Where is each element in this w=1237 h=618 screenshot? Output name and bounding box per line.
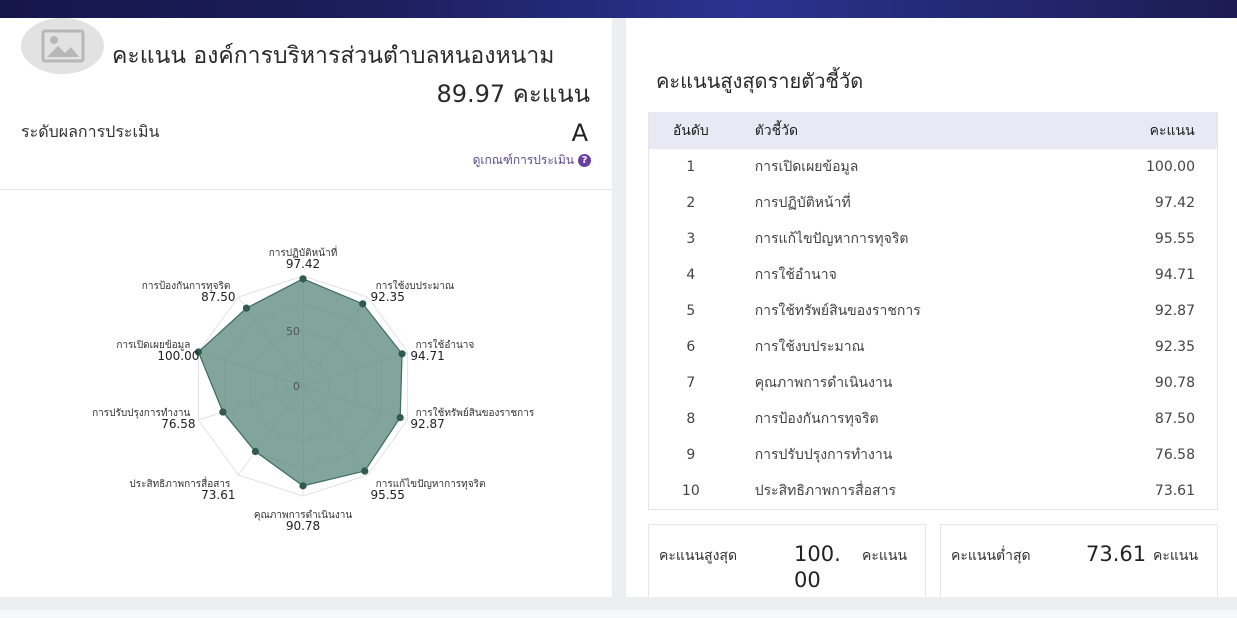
row-rank: 8 xyxy=(686,411,696,427)
radar-point xyxy=(359,300,367,308)
radar-value-label: 87.50 xyxy=(201,290,235,304)
max-score-label: คะแนนสูงสุด xyxy=(659,548,738,564)
row-score: 76.58 xyxy=(1154,447,1195,463)
radar-value-label: 97.42 xyxy=(286,257,320,271)
column-indicator: ตัวชี้วัด xyxy=(754,122,799,139)
max-score-value-line2: 00 xyxy=(794,568,821,592)
radar-chart: 050การปฏิบัติหน้าที่97.42การใช้งบประมาณ9… xyxy=(92,245,535,533)
radar-tick-label: 0 xyxy=(293,380,300,393)
row-rank: 1 xyxy=(686,159,696,175)
row-indicator: คุณภาพการดำเนินงาน xyxy=(754,375,893,391)
table-row: 9 การปรับปรุงการทำงาน 76.58 xyxy=(649,437,1217,473)
row-indicator: การปฏิบัติหน้าที่ xyxy=(754,195,851,211)
row-indicator: การปรับปรุงการทำงาน xyxy=(754,447,893,463)
row-score: 97.42 xyxy=(1154,195,1195,211)
table-row: 8 การป้องกันการทุจริต 87.50 xyxy=(649,401,1217,437)
ranking-card: คะแนนสูงสุดรายตัวชี้วัด อันดับ ตัวชี้วัด… xyxy=(626,18,1237,597)
ranking-title: คะแนนสูงสุดรายตัวชี้วัด xyxy=(656,69,864,93)
row-score: 95.55 xyxy=(1154,231,1195,247)
row-indicator: ประสิทธิภาพการสื่อสาร xyxy=(754,483,896,499)
radar-value-label: 94.71 xyxy=(410,349,444,363)
ranking-table: อันดับ ตัวชี้วัด คะแนน 1 การเปิดเผยข้อมู… xyxy=(648,112,1218,510)
row-indicator: การป้องกันการทุจริต xyxy=(754,411,879,427)
radar-tick-label: 50 xyxy=(286,325,300,338)
row-rank: 3 xyxy=(686,231,696,247)
row-score: 92.35 xyxy=(1154,339,1195,355)
radar-point xyxy=(299,275,307,283)
radar-value-label: 90.78 xyxy=(286,519,320,533)
table-row: 5 การใช้ทรัพย์สินของราชการ 92.87 xyxy=(649,293,1217,329)
row-rank: 2 xyxy=(686,195,696,211)
row-indicator: การใช้อำนาจ xyxy=(754,267,837,283)
row-rank: 7 xyxy=(686,375,696,391)
radar-point xyxy=(398,350,406,358)
row-indicator: การใช้ทรัพย์สินของราชการ xyxy=(754,303,921,319)
table-row: 4 การใช้อำนาจ 94.71 xyxy=(649,257,1217,293)
column-score: คะแนน xyxy=(1149,122,1195,139)
row-score: 100.00 xyxy=(1146,159,1195,175)
row-indicator: การเปิดเผยข้อมูล xyxy=(754,159,859,175)
max-score-box: คะแนนสูงสุด 100. 00 คะแนน xyxy=(648,524,926,597)
radar-point xyxy=(219,408,227,416)
row-score: 73.61 xyxy=(1154,483,1195,499)
radar-point xyxy=(299,482,307,490)
min-score-value: 73.61 xyxy=(1086,542,1147,566)
table-row: 2 การปฏิบัติหน้าที่ 97.42 xyxy=(649,185,1217,221)
row-score: 87.50 xyxy=(1154,411,1195,427)
row-score: 94.71 xyxy=(1154,267,1195,283)
row-score: 92.87 xyxy=(1154,303,1195,319)
table-row: 3 การแก้ไขปัญหาการทุจริต 95.55 xyxy=(649,221,1217,257)
radar-value-label: 100.00 xyxy=(157,349,199,363)
radar-value-label: 95.55 xyxy=(370,488,404,502)
row-score: 90.78 xyxy=(1154,375,1195,391)
row-indicator: การใช้งบประมาณ xyxy=(754,339,865,355)
max-score-value-line1: 100. xyxy=(794,542,841,566)
bottom-strip xyxy=(0,610,1237,618)
min-score-label: คะแนนต่ำสุด xyxy=(951,548,1031,564)
row-rank: 5 xyxy=(686,303,696,319)
radar-value-label: 76.58 xyxy=(161,417,195,431)
radar-point xyxy=(396,413,404,422)
row-rank: 9 xyxy=(686,447,696,463)
row-rank: 4 xyxy=(686,267,696,283)
row-indicator: การแก้ไขปัญหาการทุจริต xyxy=(754,231,909,247)
min-score-box: คะแนนต่ำสุด 73.61 คะแนน xyxy=(940,524,1218,597)
column-rank: อันดับ xyxy=(672,122,709,139)
score-card: คะแนน องค์การบริหารส่วนตำบลหนองหนาม 89.9… xyxy=(0,18,612,597)
radar-point xyxy=(361,467,369,475)
radar-point xyxy=(242,304,251,312)
table-header: อันดับ ตัวชี้วัด คะแนน xyxy=(649,112,1217,149)
table-row: 1 การเปิดเผยข้อมูล 100.00 xyxy=(649,149,1217,185)
min-score-unit: คะแนน xyxy=(1153,548,1199,564)
top-bar xyxy=(0,0,1237,18)
table-row: 6 การใช้งบประมาณ 92.35 xyxy=(649,329,1217,365)
radar-value-label: 92.35 xyxy=(370,290,404,304)
row-rank: 6 xyxy=(686,339,696,355)
radar-value-label: 92.87 xyxy=(410,417,444,431)
table-row: 10 ประสิทธิภาพการสื่อสาร 73.61 xyxy=(649,473,1217,509)
max-score-unit: คะแนน xyxy=(862,548,908,564)
radar-point xyxy=(251,447,260,456)
table-row: 7 คุณภาพการดำเนินงาน 90.78 xyxy=(649,365,1217,401)
radar-value-label: 73.61 xyxy=(201,488,235,502)
row-rank: 10 xyxy=(681,483,700,499)
